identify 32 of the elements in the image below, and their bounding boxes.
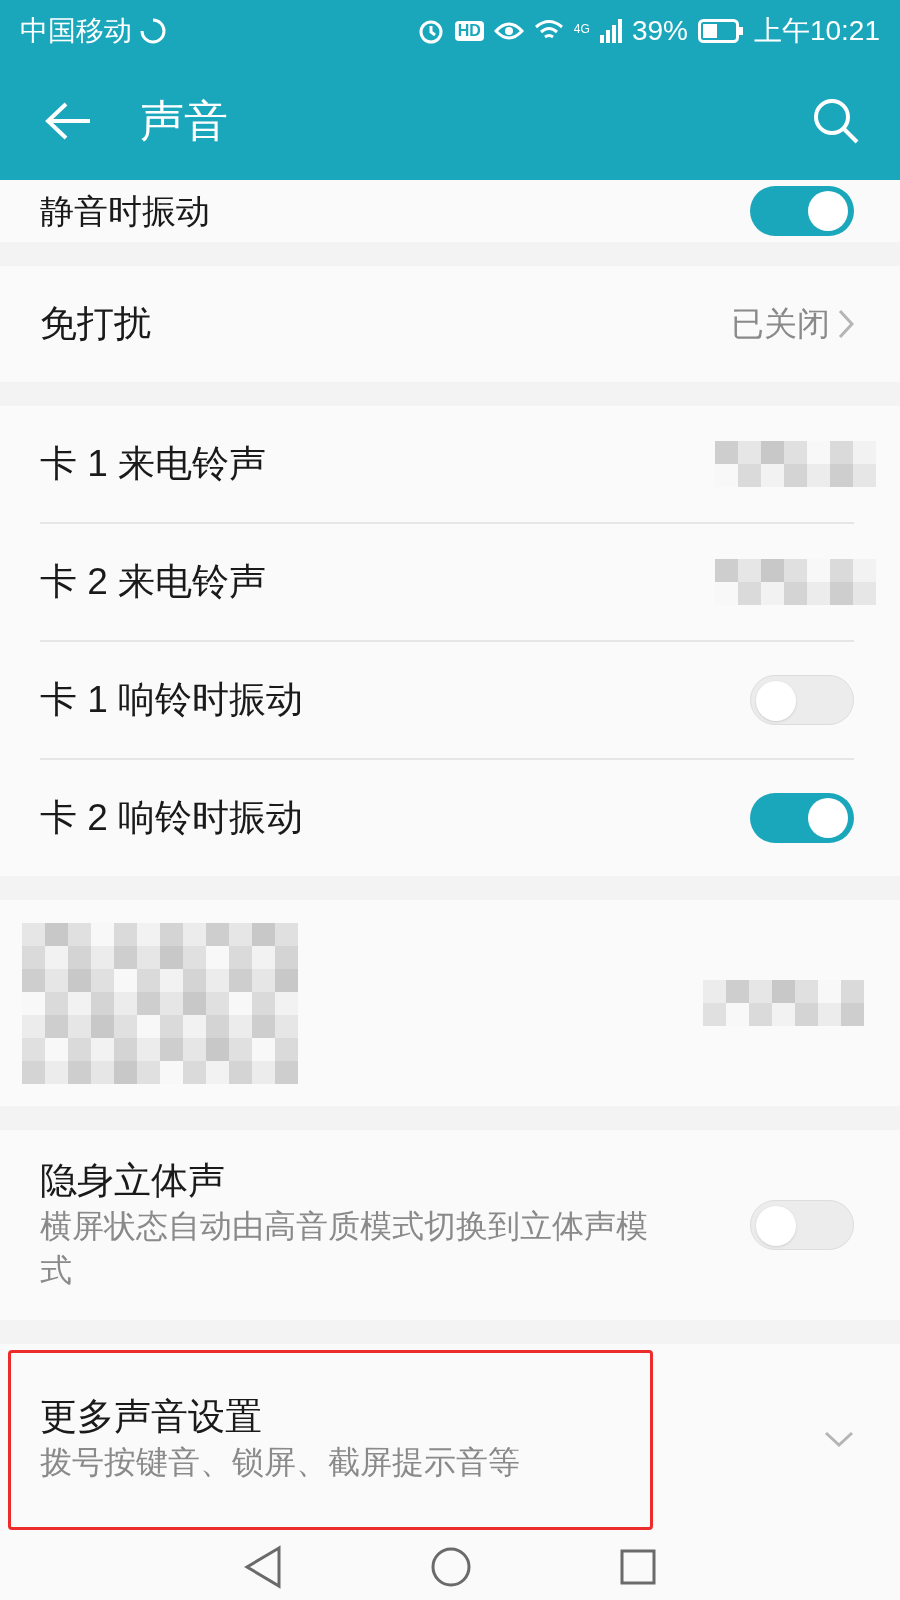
- setting-title: 隐身立体声: [40, 1158, 226, 1203]
- search-icon[interactable]: [812, 97, 860, 145]
- carrier-name: 中国移动: [20, 14, 132, 48]
- loading-icon: [140, 18, 166, 44]
- setting-title: 静音时振动: [40, 194, 210, 228]
- toggle-switch[interactable]: [750, 186, 854, 236]
- toggle-switch[interactable]: [750, 793, 854, 843]
- chevron-right-icon: [838, 309, 854, 339]
- back-arrow-icon[interactable]: [44, 101, 92, 141]
- setting-title: 卡 2 响铃时振动: [40, 795, 304, 840]
- hd-badge: HD: [454, 21, 484, 41]
- setting-title: 卡 1 响铃时振动: [40, 677, 304, 722]
- setting-description: 横屏状态自动由高音质模式切换到立体声模式: [40, 1207, 649, 1291]
- battery-percent: 39%: [631, 14, 688, 48]
- signal-icon: [599, 19, 622, 43]
- network-type: 4G: [573, 21, 590, 38]
- screen-title: 声音: [140, 95, 228, 147]
- setting-value: 已关闭: [731, 304, 830, 345]
- setting-title: 更多声音设置: [40, 1394, 263, 1439]
- home-circle-icon[interactable]: [430, 1546, 472, 1588]
- clock-time: 上午10:21: [753, 14, 880, 48]
- battery-icon: [697, 19, 744, 43]
- back-triangle-icon[interactable]: [243, 1545, 284, 1589]
- setting-title: 卡 2 来电铃声: [40, 559, 267, 604]
- setting-title: 免打扰: [40, 301, 151, 346]
- toggle-switch[interactable]: [750, 675, 854, 725]
- toggle-switch[interactable]: [750, 1200, 854, 1250]
- setting-title: 卡 1 来电铃声: [40, 441, 267, 486]
- setting-description: 拨号按键音、锁屏、截屏提示音等: [40, 1443, 520, 1483]
- eye-icon: [493, 20, 524, 42]
- chevron-down-icon: [824, 1431, 854, 1447]
- recents-square-icon[interactable]: [618, 1548, 657, 1586]
